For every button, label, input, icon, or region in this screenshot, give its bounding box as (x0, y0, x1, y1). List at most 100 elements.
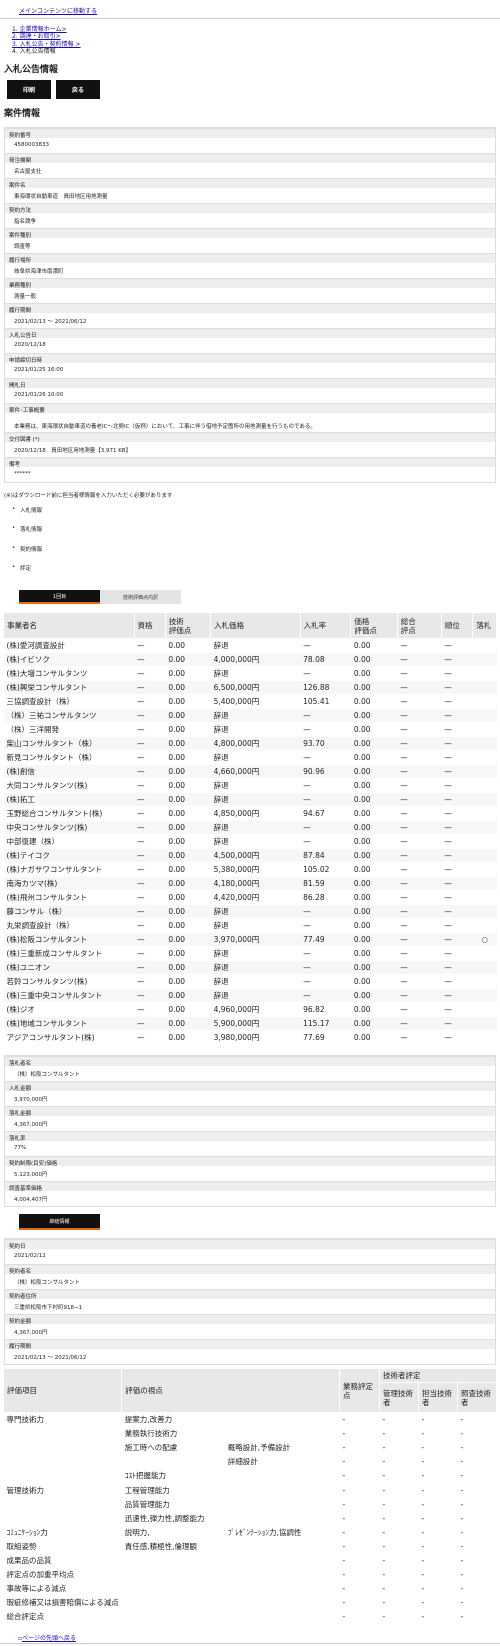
breadcrumb-procurement[interactable]: 2. 調達・お取引> (12, 33, 61, 40)
eval-cell: 瑕疵修補又は損害賠償による減点 (6, 1598, 119, 1608)
bid-cell: 辞退 (210, 820, 301, 835)
field-label: 落札者名 (5, 1056, 495, 1067)
link-bid-info[interactable]: 入札情報 (12, 506, 42, 514)
bid-cell: — (300, 666, 351, 681)
eval-cell: 評定点の加重平均点 (6, 1570, 75, 1580)
field-label: 業務種別 (5, 278, 495, 289)
eval-cell: - (382, 1570, 386, 1580)
eval-cell: 成果品の品質 (6, 1555, 52, 1565)
table-row: (株)興栄コンサルタント —0.00 6,500,000円 126.88 0.00— — (3, 680, 497, 695)
field-value: 指名競争 (14, 219, 37, 225)
eval-cell: - (460, 1457, 464, 1467)
bid-cell: — (441, 764, 473, 779)
bid-cell (472, 876, 497, 891)
table-row: 玉野総合コンサルタント(株) —0.00 4,850,000円 94.67 0.00— — (3, 806, 497, 821)
bid-cell: 0.00 (350, 862, 398, 877)
bid-cell: — (134, 946, 166, 961)
bid-cell: 辞退 (210, 834, 301, 849)
field-value: 4580003833 (14, 142, 49, 148)
bid-cell: (株)三重中央コンサルタント (3, 988, 135, 1003)
bid-cell (472, 960, 497, 975)
bid-cell: 0.00 (350, 666, 398, 681)
bid-cell: 0.00 (165, 890, 211, 905)
bid-cell: アジアコンサルタント(株) (3, 1030, 135, 1045)
table-row: （株）三洋開発 —0.00 辞退 —0.00— — (3, 722, 497, 737)
bid-cell: — (441, 652, 473, 667)
bid-cell: — (134, 638, 166, 653)
bid-cell: 0.00 (165, 820, 211, 835)
table-row: 管理技術力 工程管理能力 - - - - (4, 1483, 497, 1497)
eval-cell: - (342, 1598, 346, 1608)
bid-cell: 4,500,000円 (210, 848, 301, 863)
bid-cell: — (300, 974, 351, 989)
back-to-top-link[interactable]: ページの先頭へ戻る (22, 1635, 76, 1642)
bid-cell: — (134, 736, 166, 751)
eval-cell (225, 1568, 340, 1582)
bid-cell: — (134, 960, 166, 975)
eval-cell: - (421, 1443, 425, 1453)
bid-header-col-0: 事業者名 (3, 612, 135, 639)
bid-cell: — (300, 750, 351, 765)
bid-cell (472, 890, 497, 905)
bid-cell: 新見コンサルタント（株） (3, 750, 135, 765)
bid-cell: 三協調査設計（株） (3, 694, 135, 709)
eval-cell: 詳細設計 (227, 1457, 258, 1467)
eval-cell: 専門技術力 (6, 1415, 45, 1425)
eval-header-score: 業務評定点 (339, 1368, 380, 1413)
eval-cell: - (421, 1471, 425, 1481)
bid-cell: (株)テイコク (3, 848, 135, 863)
link-contract-info[interactable]: 契約情報 (12, 545, 42, 553)
eval-cell: - (421, 1485, 425, 1495)
bid-cell (472, 652, 497, 667)
eval-cell (122, 1568, 225, 1582)
link-evaluation[interactable]: 評定 (12, 564, 31, 572)
bid-cell (472, 946, 497, 961)
bid-cell: — (397, 946, 442, 961)
link-award-info[interactable]: 落札情報 (12, 525, 42, 533)
bid-cell: 辞退 (210, 708, 301, 723)
table-row: 総合評定点 - - - - (4, 1610, 497, 1624)
evaluation-table: 評価項目 評価の視点 業務評定点 技術者評定 管理技術者 担当技術者 照査技術者… (2, 1368, 497, 1624)
bid-cell: 0.00 (165, 974, 211, 989)
table-row: 施工時への配慮 概略設計,予備設計 - - - - (4, 1441, 497, 1455)
bid-cell: 81.59 (300, 876, 351, 891)
skip-to-main-link[interactable]: メインコンテンツに移動する (19, 6, 97, 15)
bid-cell: 0.00 (350, 974, 398, 989)
eval-cell: - (460, 1443, 464, 1453)
bid-cell: — (441, 792, 473, 807)
table-row: 成果品の品質 - - - - (4, 1553, 497, 1567)
bid-cell: — (397, 988, 442, 1003)
tab-contract-info[interactable]: 締結情報 (19, 1214, 100, 1230)
print-button[interactable]: 印刷 (7, 80, 51, 99)
field-label: 開札日 (5, 378, 495, 389)
field-label: 交付図書 (*) (5, 432, 495, 443)
bid-cell: (株)飛州コンサルタント (3, 890, 135, 905)
tab-round-1[interactable]: 1回目 (19, 590, 100, 604)
bid-cell: 柴山コンサルタント（株） (3, 736, 135, 751)
bid-cell: 0.00 (165, 792, 211, 807)
back-to-top[interactable]: ▫ページの先頭へ戻る (18, 1633, 76, 1642)
bid-header-col-6: 総合 評点 (396, 612, 442, 639)
bid-cell: — (134, 666, 166, 681)
table-row: (株)飛州コンサルタント —0.00 4,420,000円 86.28 0.00— — (3, 890, 497, 905)
bid-cell: — (397, 722, 442, 737)
table-row: 中央コンサルタンツ(株) —0.00 辞退 —0.00— — (3, 820, 497, 835)
table-row: （株）三祐コンサルタンツ —0.00 辞退 —0.00— — (3, 708, 497, 723)
breadcrumb-home[interactable]: 1. 企業情報ホーム> (12, 26, 66, 33)
bid-cell: — (300, 960, 351, 975)
bid-cell: — (397, 834, 442, 849)
field-value: 2020/12/18 員田地区用地測量【3,971 KB】 (14, 448, 132, 454)
field-value: 本業務は、東海環状自動車道の養老IC～北勢IC（仮称）において、工事に伴う借地予… (14, 424, 316, 430)
eval-cell: - (342, 1457, 346, 1467)
bid-cell: — (441, 862, 473, 877)
bid-header-col-1: 資格 (133, 612, 166, 639)
tab-tech-score[interactable]: 技術評価点内訳 (100, 590, 181, 604)
bid-cell: 96.82 (300, 1002, 351, 1017)
back-button[interactable]: 戻る (56, 80, 100, 99)
bid-cell: 0.00 (350, 848, 398, 863)
breadcrumb-bid-info[interactable]: 3. 入札公告・契約情報 > (12, 41, 81, 48)
bid-cell: 0.00 (350, 890, 398, 905)
eval-cell (225, 1427, 340, 1441)
field-value: 5,123,000円 (14, 1172, 48, 1178)
bid-cell: — (397, 736, 442, 751)
